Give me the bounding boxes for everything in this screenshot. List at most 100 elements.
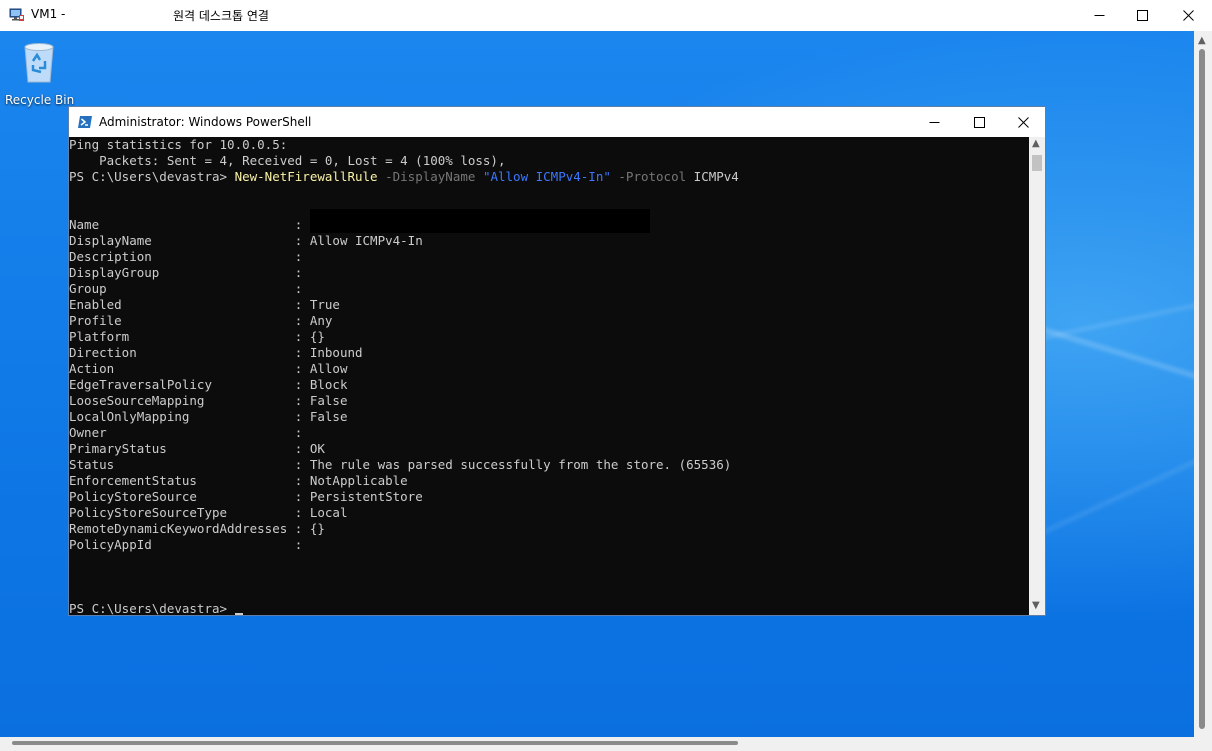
property-row: DisplayGroup :: [69, 265, 1029, 281]
property-key: Enabled: [69, 297, 295, 312]
property-list: Name : DisplayName : Allow ICMPv4-In Desc…: [69, 209, 1029, 553]
property-separator: :: [294, 441, 310, 456]
powershell-window[interactable]: Administrator: Windows PowerShell Ping s…: [68, 106, 1046, 616]
rdp-vertical-scrollbar[interactable]: ▲: [1194, 31, 1212, 737]
property-separator: :: [294, 457, 310, 472]
property-separator: :: [294, 249, 310, 264]
cmdlet-name: New-NetFirewallRule: [234, 169, 378, 184]
property-row: DisplayName : Allow ICMPv4-In: [69, 233, 1029, 249]
property-key: DisplayName: [69, 233, 295, 248]
property-row: Direction : Inbound: [69, 345, 1029, 361]
parameter-name: -DisplayName: [377, 169, 483, 184]
property-value: {}: [309, 329, 325, 344]
close-icon: [1017, 116, 1029, 128]
rdp-titlebar[interactable]: VM1 - 원격 데스크톱 연결: [0, 0, 1212, 31]
powershell-window-title: Administrator: Windows PowerShell: [99, 115, 312, 129]
minimize-icon: [929, 121, 939, 123]
property-separator: :: [294, 217, 310, 232]
prompt-text: PS C:\Users\devastra>: [69, 169, 235, 184]
property-value: Any: [309, 313, 333, 328]
property-key: Name: [69, 217, 295, 232]
property-row: PrimaryStatus : OK: [69, 441, 1029, 457]
property-key: RemoteDynamicKeywordAddresses: [69, 521, 295, 536]
rdp-close-button[interactable]: [1165, 0, 1211, 31]
property-separator: :: [294, 537, 310, 552]
property-value: PersistentStore: [309, 489, 423, 504]
console-scrollbar[interactable]: ▲ ▼: [1029, 137, 1045, 615]
property-separator: :: [294, 409, 310, 424]
ps-minimize-button[interactable]: [911, 107, 957, 137]
scrollbar-thumb[interactable]: [1032, 155, 1042, 171]
minimize-icon: [1094, 15, 1104, 16]
property-separator: :: [294, 329, 310, 344]
property-key: Description: [69, 249, 295, 264]
property-value: NotApplicable: [309, 473, 408, 488]
prompt-line[interactable]: PS C:\Users\devastra>: [69, 601, 1029, 615]
property-value: The rule was parsed successfully from th…: [309, 457, 732, 472]
property-value: Allow: [309, 361, 348, 376]
rdp-horizontal-scrollbar[interactable]: [0, 737, 1212, 751]
property-row: Group :: [69, 281, 1029, 297]
ps-maximize-button[interactable]: [956, 107, 1002, 137]
property-row: RemoteDynamicKeywordAddresses : {}: [69, 521, 1029, 537]
property-key: Platform: [69, 329, 295, 344]
ps-close-button[interactable]: [1000, 107, 1046, 137]
property-key: Group: [69, 281, 295, 296]
parameter-value: ICMPv4: [693, 169, 739, 184]
property-value: Inbound: [309, 345, 363, 360]
console-line: Ping statistics for 10.0.0.5:: [69, 137, 288, 152]
property-key: PolicyStoreSourceType: [69, 505, 295, 520]
console-output[interactable]: Ping statistics for 10.0.0.5: Packets: S…: [69, 137, 1029, 615]
property-separator: :: [294, 377, 310, 392]
property-row: Profile : Any: [69, 313, 1029, 329]
property-row: PolicyStoreSource : PersistentStore: [69, 489, 1029, 505]
scroll-down-arrow-icon[interactable]: ▼: [1032, 600, 1040, 611]
property-row: LocalOnlyMapping : False: [69, 409, 1029, 425]
property-separator: :: [294, 473, 310, 488]
scroll-up-arrow-icon[interactable]: ▲: [1198, 35, 1206, 46]
powershell-titlebar[interactable]: Administrator: Windows PowerShell: [69, 107, 1045, 137]
desktop[interactable]: Recycle Bin Administrator: Windows Power…: [0, 31, 1194, 737]
property-separator: :: [294, 393, 310, 408]
property-row: Owner :: [69, 425, 1029, 441]
property-row: Enabled : True: [69, 297, 1029, 313]
prompt-text: PS C:\Users\devastra>: [69, 601, 235, 615]
property-key: Status: [69, 457, 295, 472]
property-row: Platform : {}: [69, 329, 1029, 345]
rdp-maximize-button[interactable]: [1119, 0, 1165, 31]
property-value: Block: [309, 377, 348, 392]
property-value: False: [309, 409, 348, 424]
property-value: Allow ICMPv4-In: [309, 233, 423, 248]
property-value: Local: [309, 505, 348, 520]
property-value: False: [309, 393, 348, 408]
property-separator: :: [294, 297, 310, 312]
property-row: PolicyAppId :: [69, 537, 1029, 553]
property-row: PolicyStoreSourceType : Local: [69, 505, 1029, 521]
recycle-bin-label: Recycle Bin: [5, 93, 75, 107]
recycle-bin-icon: [24, 43, 54, 83]
property-key: Profile: [69, 313, 295, 328]
scrollbar-thumb[interactable]: [1199, 49, 1205, 729]
property-row: EnforcementStatus : NotApplicable: [69, 473, 1029, 489]
property-separator: :: [294, 345, 310, 360]
property-value: OK: [309, 441, 325, 456]
scrollbar-thumb[interactable]: [12, 741, 738, 745]
property-key: PolicyStoreSource: [69, 489, 295, 504]
property-key: Direction: [69, 345, 295, 360]
property-separator: :: [294, 281, 310, 296]
rdp-minimize-button[interactable]: [1076, 0, 1122, 31]
property-key: DisplayGroup: [69, 265, 295, 280]
property-key: Action: [69, 361, 295, 376]
property-key: PrimaryStatus: [69, 441, 295, 456]
recycle-bin-shortcut[interactable]: Recycle Bin: [5, 39, 75, 107]
scroll-up-arrow-icon[interactable]: ▲: [1032, 138, 1040, 149]
property-separator: :: [294, 265, 310, 280]
property-separator: :: [294, 505, 310, 520]
property-separator: :: [294, 425, 310, 440]
parameter-name: -Protocol: [610, 169, 694, 184]
property-separator: :: [294, 233, 310, 248]
